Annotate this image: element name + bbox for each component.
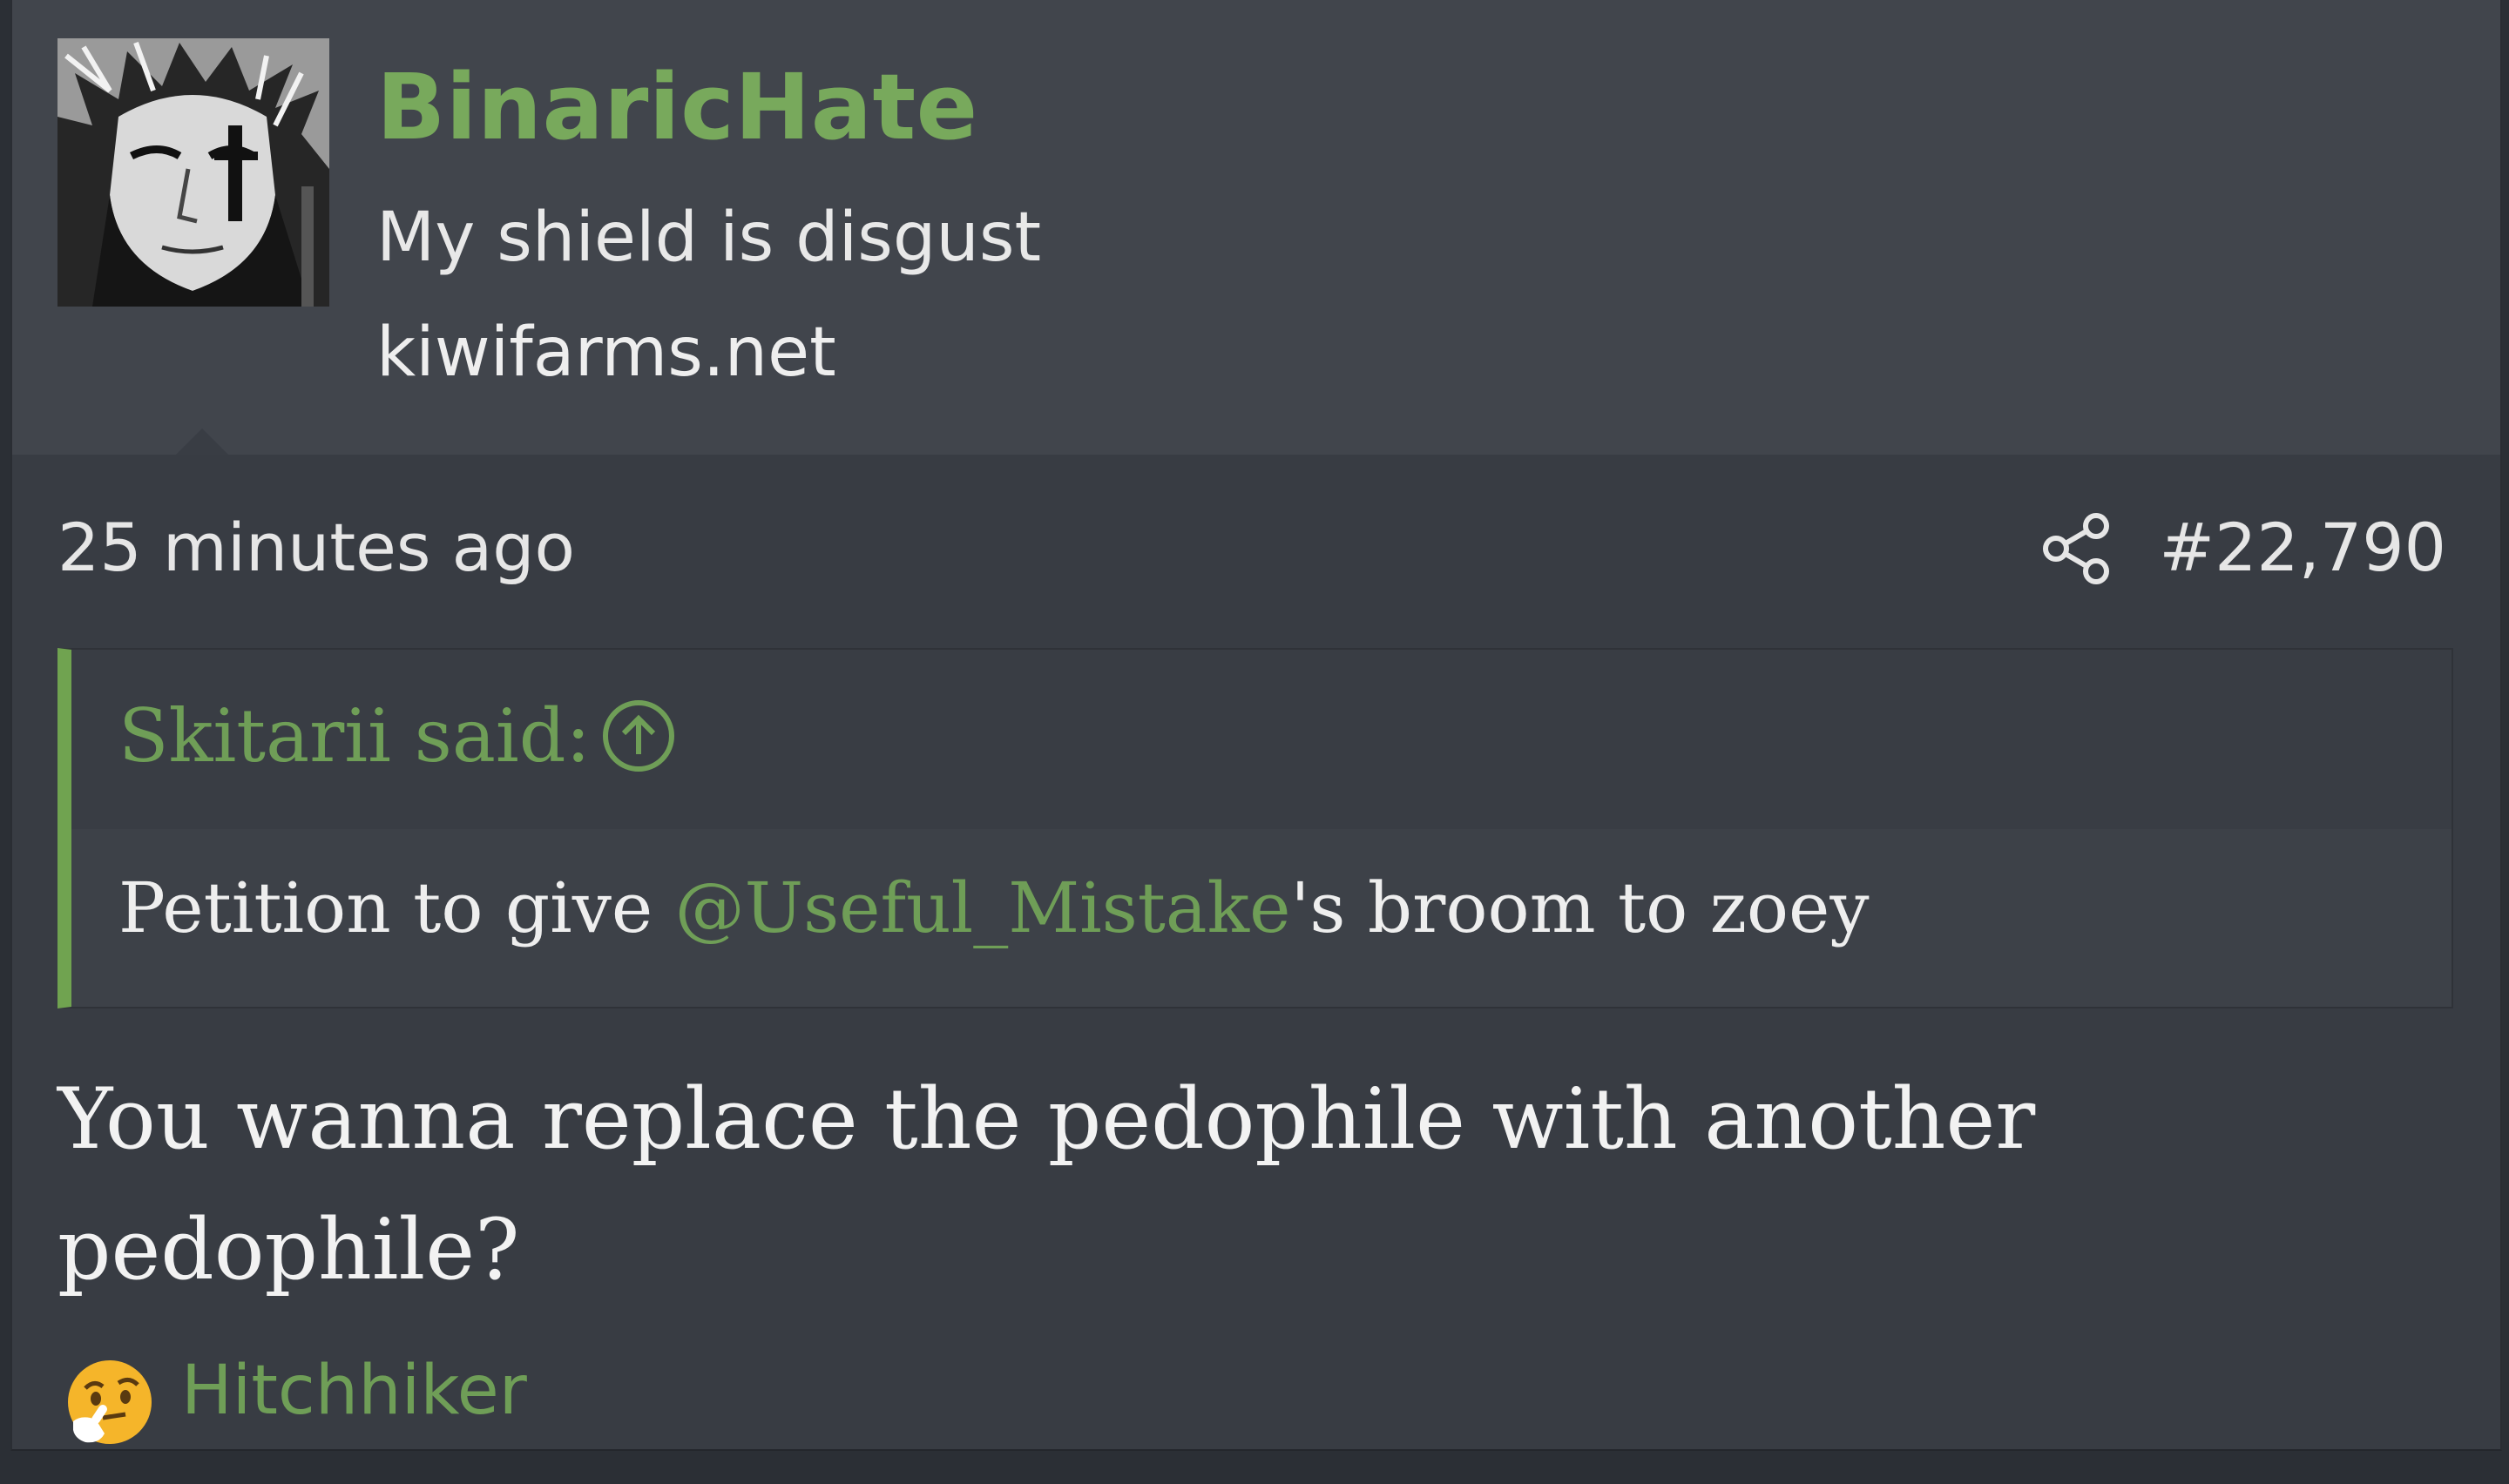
message-line: You wanna replace the pedophile with ano…: [57, 1070, 2036, 1168]
user-mention-link[interactable]: @Useful_Mistake: [675, 867, 1291, 948]
user-avatar[interactable]: [57, 38, 329, 307]
reaction-users-link[interactable]: Hitchhiker: [181, 1352, 527, 1430]
quote-text-after: 's broom to zoey: [1290, 867, 1870, 948]
username-link[interactable]: BinaricHate: [376, 54, 978, 160]
post-timestamp[interactable]: 25 minutes ago: [57, 509, 575, 586]
quote-author-link[interactable]: Skitarii said:: [118, 693, 591, 779]
message-line: pedophile?: [57, 1201, 520, 1298]
quote-text-before: Petition to give: [118, 867, 675, 948]
quote-jump-button[interactable]: [599, 697, 678, 775]
header-pointer: [176, 428, 228, 455]
quote-block: Skitarii said: Petition to give @Useful_…: [57, 648, 2453, 1008]
thinking-face-icon: [68, 1360, 152, 1444]
user-header: BinaricHate My shield is disgust kiwifar…: [12, 0, 2500, 455]
arrow-up-circle-icon: [603, 700, 674, 772]
quote-body: Petition to give @Useful_Mistake's broom…: [118, 867, 1870, 948]
user-site: kiwifarms.net: [376, 314, 836, 392]
message-body: You wanna replace the pedophile with ano…: [57, 1054, 2235, 1315]
share-button[interactable]: [2033, 505, 2120, 592]
user-title: My shield is disgust: [376, 199, 1042, 277]
quote-header: Skitarii said:: [71, 650, 2452, 829]
avatar-image: [57, 38, 329, 307]
post-number-link[interactable]: #22,790: [2159, 509, 2446, 586]
share-icon: [2043, 513, 2109, 584]
post-container: BinaricHate My shield is disgust kiwifar…: [10, 0, 2502, 1451]
reaction-emoji[interactable]: [64, 1357, 155, 1447]
